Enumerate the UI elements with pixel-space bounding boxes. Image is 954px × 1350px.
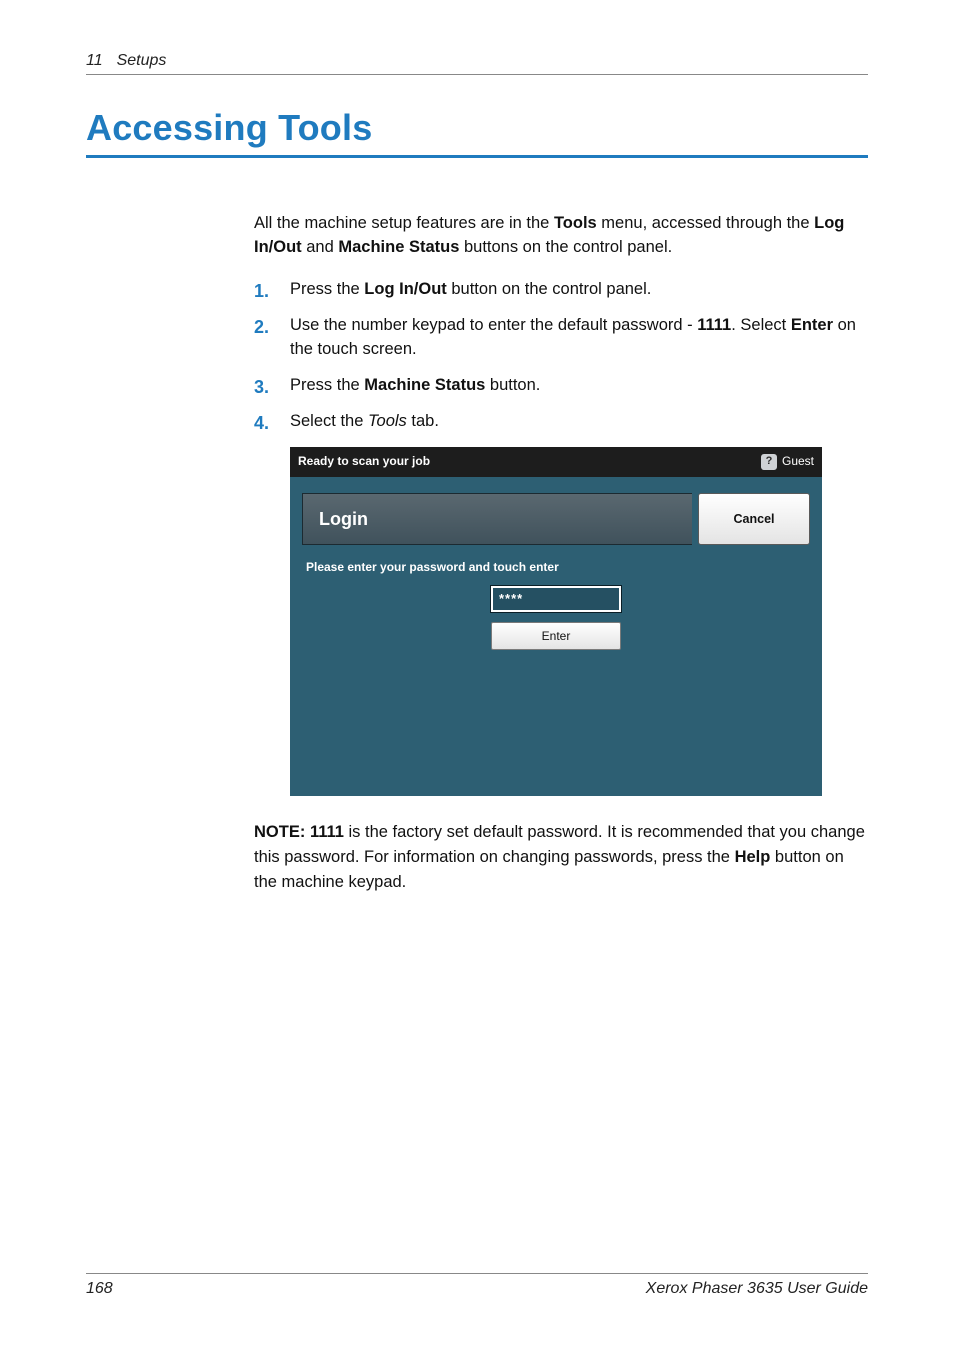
page-number: 168 xyxy=(86,1280,113,1298)
note-label: NOTE: xyxy=(254,823,305,841)
screenshot-header: Ready to scan your job ? Guest xyxy=(290,447,822,476)
text-bold: Log In/Out xyxy=(364,280,446,298)
text: buttons on the control panel. xyxy=(459,238,672,256)
enter-button[interactable]: Enter xyxy=(491,622,621,650)
text: Press the xyxy=(290,376,364,394)
text-bold: 1111 xyxy=(697,316,731,334)
guest-badge[interactable]: ? Guest xyxy=(761,453,814,470)
help-icon: ? xyxy=(761,454,777,470)
login-title: Login xyxy=(302,493,692,545)
text: button. xyxy=(485,376,540,394)
text-bold: Machine Status xyxy=(338,238,459,256)
page-header: 11 Setups xyxy=(86,52,868,75)
password-input[interactable]: **** xyxy=(491,586,621,612)
chapter-number: 11 xyxy=(86,52,103,70)
login-screenshot: Ready to scan your job ? Guest Login Can… xyxy=(290,447,822,796)
section-title: Accessing Tools xyxy=(86,107,868,158)
chapter-title: Setups xyxy=(117,52,167,70)
doc-title: Xerox Phaser 3635 User Guide xyxy=(646,1280,868,1298)
page-footer: 168 Xerox Phaser 3635 User Guide xyxy=(86,1273,868,1298)
steps-list: Press the Log In/Out button on the contr… xyxy=(254,278,868,434)
step-3: Press the Machine Status button. xyxy=(254,374,868,398)
intro-paragraph: All the machine setup features are in th… xyxy=(254,212,868,260)
text-bold: Machine Status xyxy=(364,376,485,394)
text: . Select xyxy=(731,316,791,334)
text: All the machine setup features are in th… xyxy=(254,214,554,232)
text-bold: 1111 xyxy=(310,823,344,841)
text: tab. xyxy=(407,412,439,430)
text: Press the xyxy=(290,280,364,298)
status-text: Ready to scan your job xyxy=(298,453,430,470)
text: menu, accessed through the xyxy=(597,214,814,232)
guest-label: Guest xyxy=(782,453,814,470)
step-1: Press the Log In/Out button on the contr… xyxy=(254,278,868,302)
text-bold: Enter xyxy=(791,316,833,334)
login-bar: Login Cancel xyxy=(302,493,810,545)
text-italic: Tools xyxy=(368,412,407,430)
screenshot-body: Login Cancel Please enter your password … xyxy=(290,477,822,796)
text-bold: Tools xyxy=(554,214,597,232)
text: Use the number keypad to enter the defau… xyxy=(290,316,697,334)
text: button on the control panel. xyxy=(447,280,652,298)
text: and xyxy=(302,238,339,256)
step-2: Use the number keypad to enter the defau… xyxy=(254,314,868,362)
password-prompt: Please enter your password and touch ent… xyxy=(302,559,810,576)
step-4: Select the Tools tab. xyxy=(254,410,868,434)
text-bold: Help xyxy=(735,848,771,866)
cancel-button[interactable]: Cancel xyxy=(698,493,810,545)
note-paragraph: NOTE: 1111 is the factory set default pa… xyxy=(254,820,868,894)
text: Select the xyxy=(290,412,368,430)
